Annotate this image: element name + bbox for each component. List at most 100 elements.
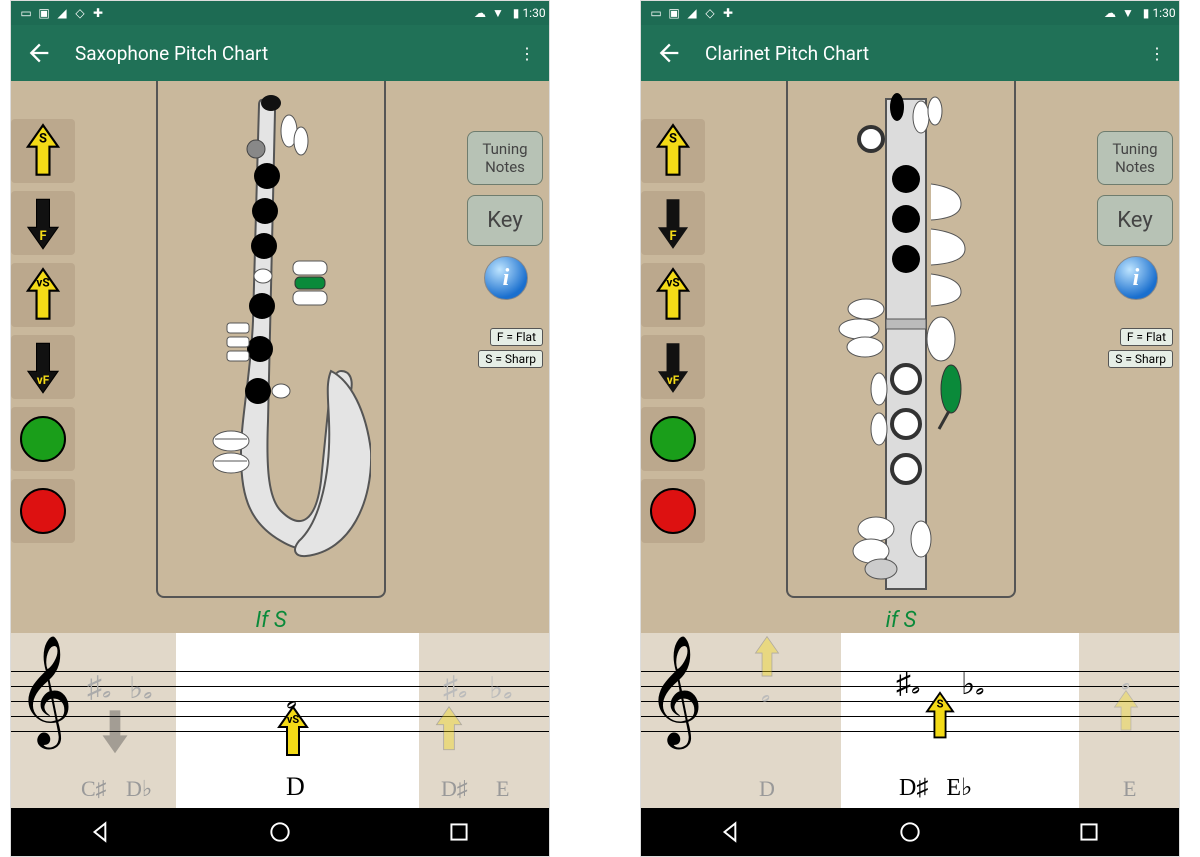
note-label-prev2: D♭ [126,776,152,802]
status-icon: ◢ [685,6,699,20]
svg-text:S: S [39,131,47,146]
info-button[interactable]: i [484,256,528,300]
back-icon[interactable] [655,39,683,67]
legend: F = Flat S = Sharp [1108,328,1173,368]
svg-text:F: F [39,229,46,244]
status-icon: ▣ [667,6,681,20]
in-tune-button[interactable] [641,407,705,471]
svg-text:vF: vF [37,373,50,387]
note-next: ♯𝅗 [443,671,467,705]
android-nav-bar [11,808,549,856]
tuning-marker-icon: vS [273,705,313,761]
back-icon[interactable] [25,39,53,67]
wifi-icon: ▼ [1121,6,1135,20]
overflow-menu-icon[interactable]: ⋮ [1141,44,1165,63]
battery-icon: ▮ [1139,6,1153,20]
status-bar: ▭ ▣ ◢ ◇ ✚ ☁ ▼ ▮ 1:30 [11,1,549,25]
note-label-next: D♯ [441,776,468,802]
battery-icon: ▮ [509,6,523,20]
note-current-flat: ♭𝅗 [961,667,985,702]
tuning-notes-button[interactable]: Tuning Notes [1097,131,1173,185]
tuning-marker-faded-left-icon [97,705,133,755]
clock: 1:30 [1157,6,1171,20]
svg-text:vS: vS [287,713,300,726]
right-button-column: Tuning Notes Key i F = Flat S = Sharp [463,81,549,633]
note-label-next: E [1123,776,1136,802]
chat-icon: ☁ [473,6,487,20]
wifi-icon: ▼ [491,6,505,20]
nav-back-icon[interactable] [718,819,744,845]
fingering-frame [786,81,1016,598]
note-current-sharp: ♯𝅗 [896,667,920,701]
android-nav-bar [641,808,1179,856]
nav-back-icon[interactable] [88,819,114,845]
very-sharp-up-button[interactable]: vS [641,263,705,327]
tuning-marker-faded-icon [749,635,785,681]
legend-sharp: S = Sharp [478,350,543,368]
nav-recent-icon[interactable] [446,819,472,845]
status-icon: ✚ [721,6,735,20]
clarinet-diagram [801,89,1001,599]
device-clarinet: ▭ ▣ ◢ ◇ ✚ ☁ ▼ ▮ 1:30 Clarinet Pitch Char… [640,0,1180,857]
tuning-marker-faded-icon [431,705,467,755]
note-label-prev: D [759,776,775,802]
staff-zone[interactable]: 𝄞 ♯𝅗 ♭𝅗 𝅗 vS ♯𝅗 ♭𝅗 C♯ D♭ D D♯ E [11,633,549,808]
legend-flat: F = Flat [490,328,543,346]
treble-clef-icon: 𝄞 [647,643,703,738]
legend: F = Flat S = Sharp [478,328,543,368]
very-flat-down-button[interactable]: vF [11,335,75,399]
fingering-panel: If S [79,81,463,633]
nav-home-icon[interactable] [267,819,293,845]
fingering-frame [156,81,386,598]
very-sharp-up-button[interactable]: vS [11,263,75,327]
note-label-next2: E [496,776,509,802]
main-content: S F vS vF [11,81,549,633]
device-saxophone: ▭ ▣ ◢ ◇ ✚ ☁ ▼ ▮ 1:30 Saxophone Pitch Cha… [10,0,550,857]
main-content: S F vS vF [641,81,1179,633]
svg-text:S: S [937,698,944,711]
legend-flat: F = Flat [1120,328,1173,346]
note-next2: ♭𝅗 [489,671,513,706]
nav-recent-icon[interactable] [1076,819,1102,845]
overflow-menu-icon[interactable]: ⋮ [511,44,535,63]
flat-down-button[interactable]: F [11,191,75,255]
saxophone-diagram [171,91,371,591]
note-prev: ♯𝅗 [87,671,111,705]
note-label-current: D♯ E♭ [899,773,972,802]
left-button-column: S F vS vF [11,81,79,633]
stop-button[interactable] [11,479,75,543]
left-button-column: S F vS vF [641,81,709,633]
status-bar: ▭ ▣ ◢ ◇ ✚ ☁ ▼ ▮ 1:30 [641,1,1179,25]
sharp-up-button[interactable]: S [641,119,705,183]
svg-text:vS: vS [36,275,49,289]
tuning-notes-button[interactable]: Tuning Notes [467,131,543,185]
status-icon: ◇ [703,6,717,20]
flat-down-button[interactable]: F [641,191,705,255]
page-title: Saxophone Pitch Chart [75,42,511,65]
key-button[interactable]: Key [1097,195,1173,246]
tuning-marker-faded-right-icon [1109,689,1143,735]
stop-button[interactable] [641,479,705,543]
chat-icon: ☁ [1103,6,1117,20]
right-button-column: Tuning Notes Key i F = Flat S = Sharp [1093,81,1179,633]
in-tune-button[interactable] [11,407,75,471]
svg-text:vF: vF [667,373,680,387]
status-icon: ✚ [91,6,105,20]
note-label-prev: C♯ [81,776,107,802]
app-bar: Clarinet Pitch Chart ⋮ [641,25,1179,81]
status-icon: ▭ [649,6,663,20]
tuning-marker-icon: S [921,691,959,743]
key-button[interactable]: Key [467,195,543,246]
info-button[interactable]: i [1114,256,1158,300]
tuning-tag: if S [886,608,917,633]
sharp-up-button[interactable]: S [11,119,75,183]
svg-text:vS: vS [666,275,679,289]
clock: 1:30 [527,6,541,20]
nav-home-icon[interactable] [897,819,923,845]
very-flat-down-button[interactable]: vF [641,335,705,399]
status-icon: ▣ [37,6,51,20]
treble-clef-icon: 𝄞 [17,643,73,738]
tuning-tag: If S [255,608,286,633]
svg-text:S: S [669,131,677,146]
staff-zone[interactable]: 𝄞 𝅗 ♯𝅗 ♭𝅗 S 𝅗 D D♯ E♭ E [641,633,1179,808]
